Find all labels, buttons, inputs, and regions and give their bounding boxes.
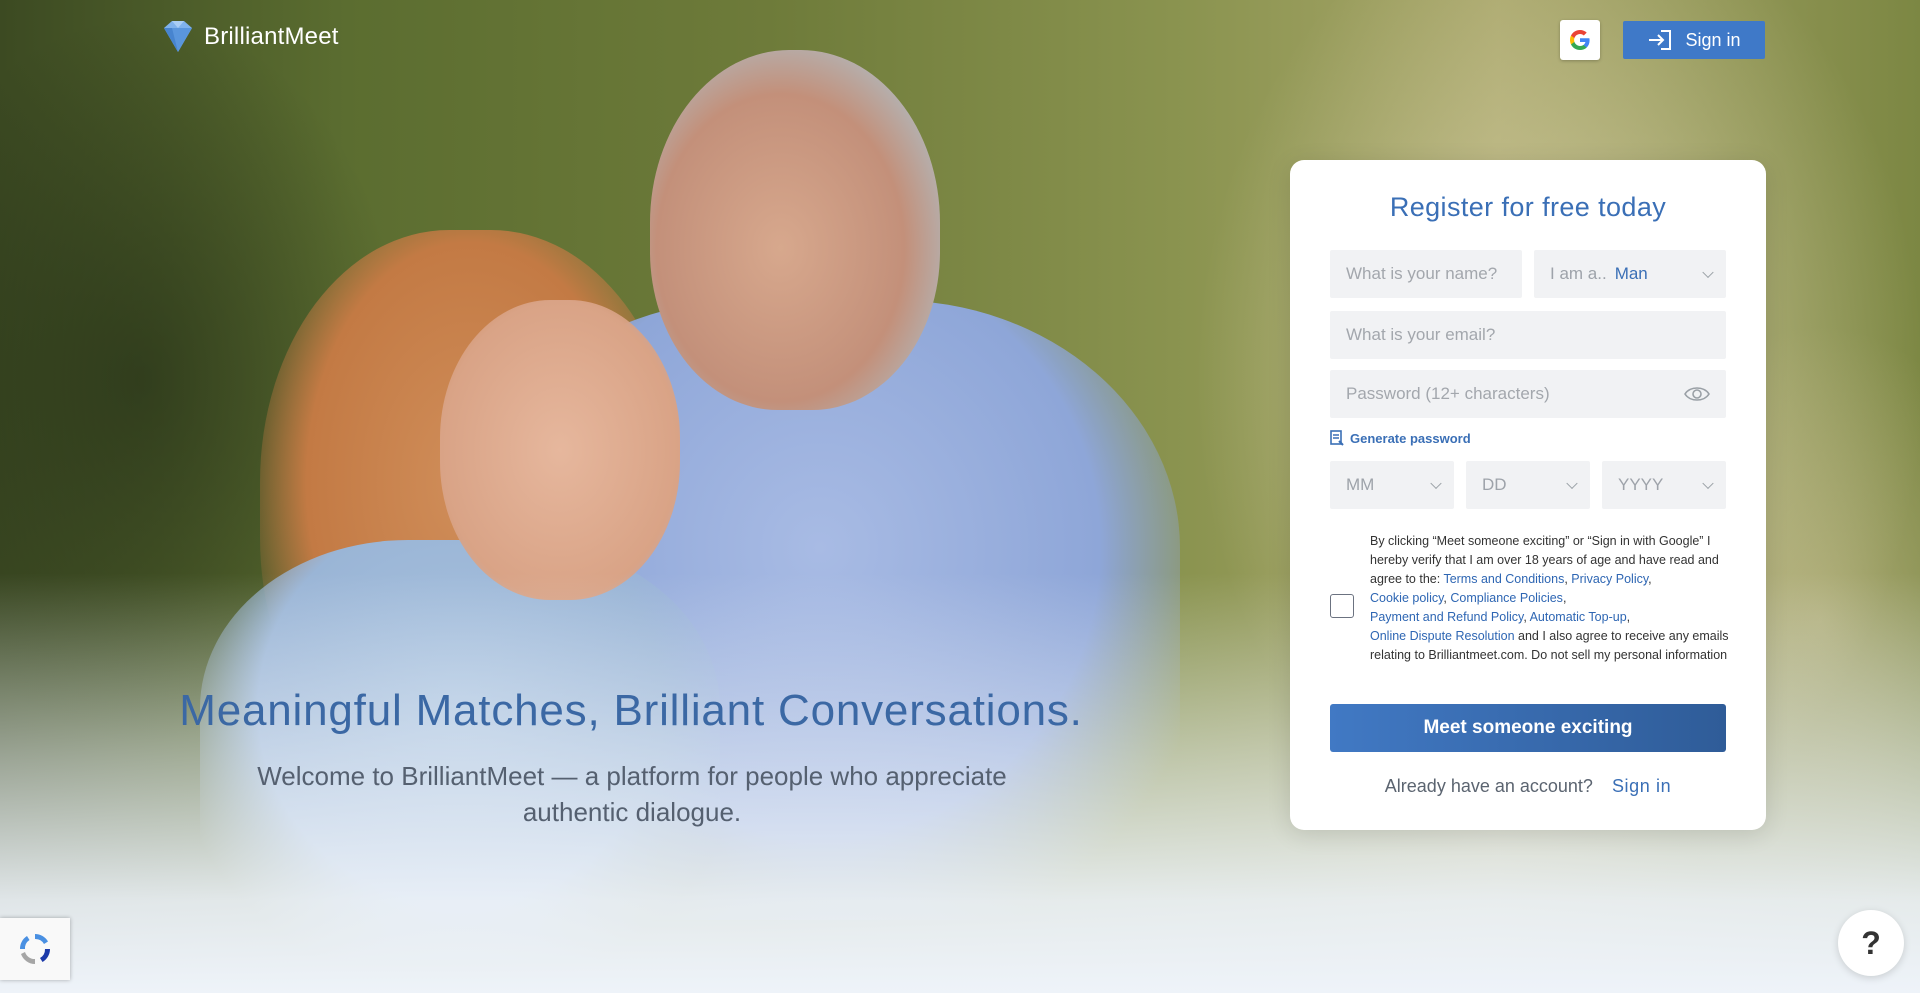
dob-month-select[interactable]: MM [1330, 461, 1454, 509]
dob-day-select[interactable]: DD [1466, 461, 1590, 509]
hero-subtitle: Welcome to BrilliantMeet — a platform fo… [257, 761, 1007, 827]
registration-title: Register for free today [1389, 192, 1667, 222]
compliance-policies-link[interactable]: Compliance Policies [1450, 591, 1563, 605]
photo-woman-face [440, 300, 680, 600]
eye-icon[interactable] [1684, 383, 1710, 405]
logo[interactable]: BrilliantMeet [158, 18, 339, 56]
privacy-policy-link[interactable]: Privacy Policy [1571, 572, 1648, 586]
chevron-down-icon [1566, 477, 1578, 490]
meet-someone-exciting-button[interactable]: Meet someone exciting [1330, 704, 1726, 752]
gender-label: I am a.. [1550, 264, 1607, 283]
header-sign-in-label: Sign in [1685, 29, 1741, 50]
generate-password-link[interactable]: Generate password [1330, 430, 1471, 446]
terms-text: By clicking “Meet someone exciting” or “… [1370, 534, 1729, 662]
card-sign-in-link[interactable]: Sign in [1612, 776, 1671, 796]
already-have-account: Already have an account? Sign in [1290, 776, 1766, 797]
automatic-top-up-link[interactable]: Automatic Top-up [1530, 610, 1627, 624]
password-field[interactable] [1330, 370, 1726, 418]
password-input[interactable] [1346, 384, 1726, 404]
help-button[interactable]: ? [1838, 910, 1904, 976]
registration-card: Register for free today I am a.. Man Gen… [1290, 160, 1766, 830]
generate-password-label: Generate password [1350, 430, 1471, 446]
email-field[interactable] [1330, 311, 1726, 359]
dob-year-value: YYYY [1618, 475, 1664, 494]
google-sign-in-button[interactable] [1560, 20, 1600, 60]
chevron-down-icon [1702, 266, 1714, 279]
chevron-down-icon [1430, 477, 1442, 490]
hero-title: Meaningful Matches, Brilliant Conversati… [179, 686, 1083, 735]
dob-year-select[interactable]: YYYY [1602, 461, 1726, 509]
gender-select[interactable]: I am a.. Man [1534, 250, 1726, 298]
header-sign-in-button[interactable]: Sign in [1623, 21, 1765, 59]
dob-month-value: MM [1346, 475, 1375, 494]
payment-refund-policy-link[interactable]: Payment and Refund Policy [1370, 610, 1523, 624]
sign-in-icon [1649, 30, 1672, 50]
chevron-down-icon [1702, 477, 1714, 490]
diamond-logo-icon [164, 21, 192, 52]
photo-man-head [650, 50, 940, 410]
name-input[interactable] [1346, 264, 1522, 284]
gender-value: Man [1614, 264, 1648, 283]
recaptcha-badge[interactable] [0, 918, 70, 980]
recaptcha-icon [19, 934, 51, 964]
cookie-policy-link[interactable]: Cookie policy [1370, 591, 1443, 605]
logo-text: BrilliantMeet [204, 23, 339, 50]
terms-link[interactable]: Terms and Conditions [1443, 572, 1564, 586]
already-have-account-text: Already have an account? [1384, 776, 1593, 796]
dob-day-value: DD [1482, 475, 1507, 494]
name-field[interactable] [1330, 250, 1522, 298]
terms-checkbox[interactable] [1330, 594, 1354, 618]
google-g-icon [1570, 30, 1590, 50]
email-input[interactable] [1346, 325, 1726, 345]
document-pen-icon [1330, 430, 1344, 446]
online-dispute-resolution-link[interactable]: Online Dispute Resolution [1370, 629, 1515, 643]
